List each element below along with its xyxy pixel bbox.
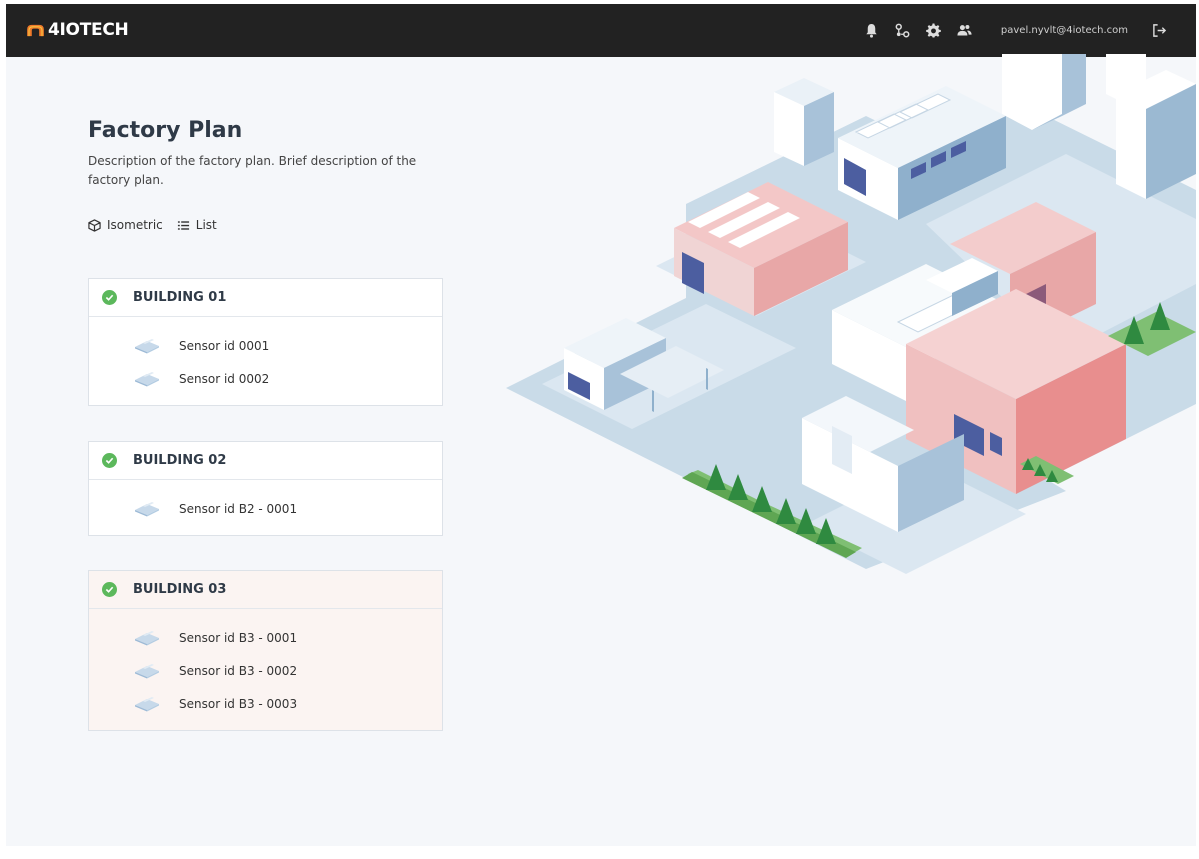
view-list-button[interactable]: List	[177, 218, 217, 232]
list-icon	[177, 220, 189, 230]
sensor-icon	[135, 501, 159, 516]
bell-icon[interactable]	[863, 22, 881, 40]
page-description: Description of the factory plan. Brief d…	[88, 154, 417, 187]
logout-icon[interactable]	[1150, 22, 1168, 40]
view-isometric-button[interactable]: Isometric	[88, 218, 163, 232]
sensor-item[interactable]: Sensor id B3 - 0003	[133, 687, 442, 720]
check-circle-icon	[102, 453, 117, 468]
building-header[interactable]: BUILDING 03	[89, 571, 442, 609]
sensor-label: Sensor id B3 - 0002	[179, 663, 298, 678]
view-list-label: List	[195, 218, 217, 232]
building-card: BUILDING 02 Sensor id B2 - 0001	[88, 441, 443, 536]
sensor-label: Sensor id B2 - 0001	[179, 501, 298, 516]
sensor-item[interactable]: Sensor id B3 - 0002	[133, 654, 442, 687]
page-title: Factory Plan	[88, 118, 243, 143]
gear-icon[interactable]	[925, 22, 943, 40]
building-card-selected: BUILDING 03 Sensor id B3 - 0001 Sensor i…	[88, 570, 443, 731]
sensor-list: Sensor id B2 - 0001	[89, 480, 442, 535]
sensor-label: Sensor id 0001	[179, 338, 270, 353]
logo-text: 4IOTECH	[48, 20, 129, 40]
sensor-item[interactable]: Sensor id 0002	[133, 362, 442, 395]
sensor-item[interactable]: Sensor id B2 - 0001	[133, 492, 442, 525]
logo-icon	[27, 24, 44, 36]
building-header[interactable]: BUILDING 02	[89, 442, 442, 480]
sensor-icon	[135, 371, 159, 386]
network-icon[interactable]	[894, 22, 912, 40]
building-header[interactable]: BUILDING 01	[89, 279, 442, 317]
view-isometric-label: Isometric	[107, 218, 163, 232]
header-actions: pavel.nyvlt@4iotech.com	[863, 4, 1196, 57]
building-title: BUILDING 01	[133, 290, 227, 305]
building-title: BUILDING 02	[133, 453, 227, 468]
sensor-list: Sensor id 0001 Sensor id 0002	[89, 317, 442, 405]
sensor-item[interactable]: Sensor id 0001	[133, 329, 442, 362]
building-card: BUILDING 01 Sensor id 0001 Sensor id 000…	[88, 278, 443, 406]
sensor-label: Sensor id B3 - 0001	[179, 630, 298, 645]
app-frame: 4IOTECH pavel.nyvlt@4iotech.com Factory …	[6, 4, 1196, 846]
users-icon[interactable]	[956, 22, 974, 40]
sensor-icon	[135, 630, 159, 645]
page-header: Factory Plan Description of the factory …	[88, 118, 448, 190]
sensor-icon	[135, 696, 159, 711]
top-navbar: 4IOTECH pavel.nyvlt@4iotech.com	[6, 4, 1196, 57]
sensor-icon	[135, 663, 159, 678]
building-block	[1106, 54, 1146, 104]
brand-logo[interactable]: 4IOTECH	[26, 19, 129, 41]
cube-icon	[88, 218, 101, 232]
isometric-factory-map[interactable]	[506, 54, 1196, 574]
sensor-label: Sensor id 0002	[179, 371, 270, 386]
sensor-label: Sensor id B3 - 0003	[179, 696, 298, 711]
sensor-icon	[135, 338, 159, 353]
building-title: BUILDING 03	[133, 582, 227, 597]
user-email[interactable]: pavel.nyvlt@4iotech.com	[1001, 25, 1128, 36]
check-circle-icon	[102, 582, 117, 597]
check-circle-icon	[102, 290, 117, 305]
building-block	[1002, 54, 1062, 130]
sensor-item[interactable]: Sensor id B3 - 0001	[133, 621, 442, 654]
view-switch: Isometric List	[88, 218, 231, 232]
sensor-list: Sensor id B3 - 0001 Sensor id B3 - 0002 …	[89, 609, 442, 730]
